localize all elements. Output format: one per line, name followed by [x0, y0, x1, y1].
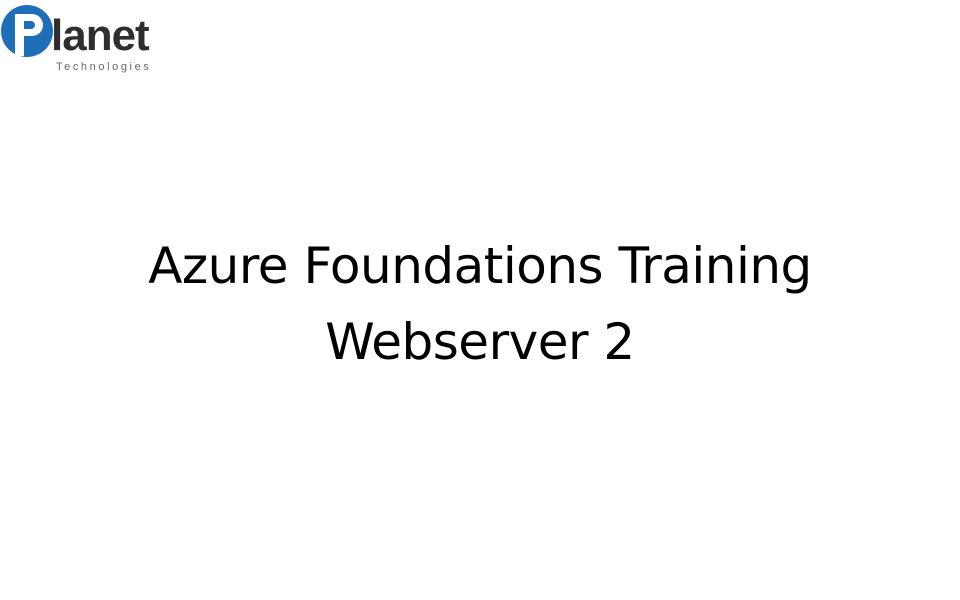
planet-technologies-logo: lanet Technologies: [0, 0, 180, 80]
slide-title-line-2: Webserver 2: [325, 313, 635, 371]
logo-p-stem: [15, 14, 24, 56]
logo-wordmark: lanet: [51, 11, 150, 60]
logo-graphic: lanet Technologies: [1, 5, 151, 73]
slide-title: Azure Foundations Training Webserver 2: [0, 228, 960, 380]
slide-page: lanet Technologies Azure Foundations Tra…: [0, 0, 960, 600]
logo-tagline: Technologies: [56, 61, 151, 73]
slide-title-line-1: Azure Foundations Training: [148, 237, 812, 295]
